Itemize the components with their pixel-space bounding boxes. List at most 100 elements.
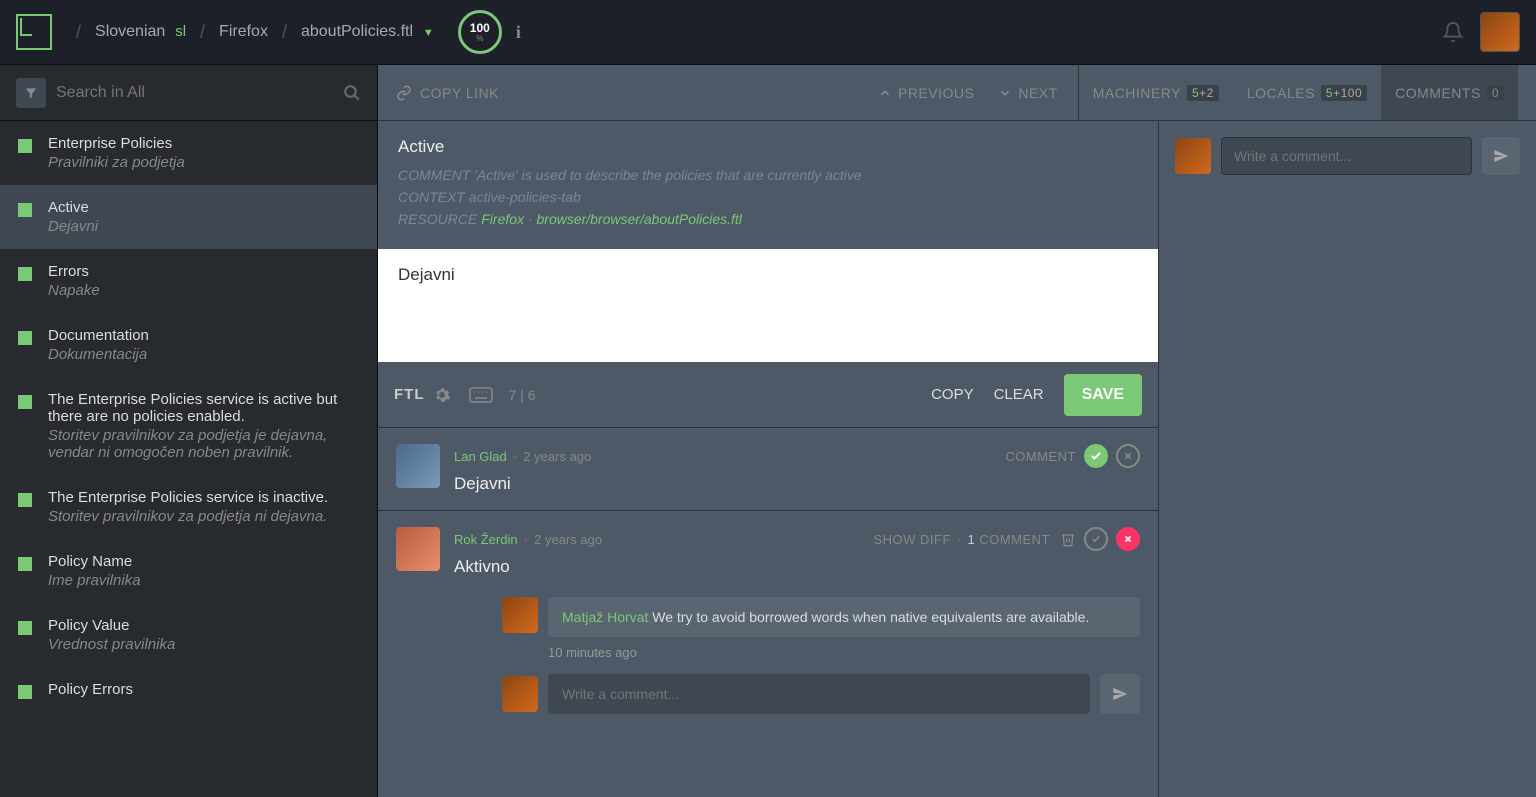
meta-context-label: CONTEXT [398, 189, 465, 205]
info-icon[interactable]: i [516, 22, 521, 43]
keyboard-icon[interactable] [469, 386, 493, 404]
trash-icon[interactable] [1060, 531, 1076, 547]
string-source: The Enterprise Policies service is activ… [48, 391, 359, 425]
string-source: The Enterprise Policies service is inact… [48, 489, 359, 506]
next-button[interactable]: NEXT [998, 85, 1057, 101]
tab-machinery-label: MACHINERY [1093, 85, 1181, 101]
suggestion-item[interactable]: Lan Glad • 2 years ago COMMENT [378, 428, 1158, 511]
string-source: Enterprise Policies [48, 135, 359, 152]
chevron-down-icon: ▼ [423, 27, 434, 39]
string-list-item[interactable]: Policy ValueVrednost pravilnika [0, 603, 377, 667]
copy-link-button[interactable]: COPY LINK [396, 85, 499, 101]
string-translation: Pravilniki za podjetja [48, 154, 359, 171]
suggestion-item[interactable]: Rok Žerdin • 2 years ago SHOW DIFF • 1 C… [378, 511, 1158, 730]
notifications-icon[interactable] [1442, 21, 1464, 43]
translation-textarea[interactable] [378, 249, 1158, 359]
string-list-item[interactable]: DocumentationDokumentacija [0, 313, 377, 377]
string-list-item[interactable]: Policy Name Ime pravilnika [0, 539, 377, 603]
header-bar: / Slovenian sl / Firefox / aboutPolicies… [0, 0, 1536, 65]
string-translation: Storitev pravilnikov za podjetja je deja… [48, 427, 359, 461]
meta-context-text: active-policies-tab [469, 189, 581, 205]
ftl-label: FTL [394, 386, 425, 403]
user-avatar[interactable] [1480, 12, 1520, 52]
progress-unit: % [476, 34, 483, 43]
copy-button[interactable]: COPY [931, 386, 974, 403]
gear-icon[interactable] [433, 386, 451, 404]
string-source: Policy Name [48, 553, 359, 570]
suggestion-time: 2 years ago [534, 532, 602, 547]
logo[interactable] [16, 14, 52, 50]
string-list-item[interactable]: Policy Errors [0, 667, 377, 714]
copy-link-label: COPY LINK [420, 85, 499, 101]
panel-comment-input[interactable] [1221, 137, 1472, 175]
status-indicator [18, 395, 32, 409]
detail-toolbar: COPY LINK PREVIOUS NEXT MACHINERY 5+2 LO… [378, 65, 1536, 121]
save-button[interactable]: SAVE [1064, 374, 1142, 416]
meta-resource-project[interactable]: Firefox [481, 211, 524, 227]
comment-time: 10 minutes ago [548, 645, 1140, 660]
status-indicator [18, 685, 32, 699]
status-indicator [18, 493, 32, 507]
meta-resource-label: RESOURCE [398, 211, 477, 227]
suggestion-comment-toggle[interactable]: COMMENT [1005, 449, 1076, 464]
comment-avatar [502, 597, 538, 633]
comment-item: Matjaž Horvat We try to avoid borrowed w… [548, 597, 1140, 637]
string-translation: Storitev pravilnikov za podjetja ni deja… [48, 508, 359, 525]
breadcrumb-sep: / [76, 22, 81, 43]
comment-input[interactable] [548, 674, 1090, 714]
breadcrumb-locale-name: Slovenian [95, 23, 165, 40]
clear-button[interactable]: CLEAR [994, 386, 1044, 403]
compose-avatar [502, 676, 538, 712]
show-diff-button[interactable]: SHOW DIFF [873, 532, 950, 547]
breadcrumb-sep: / [282, 22, 287, 43]
string-translation: Napake [48, 282, 359, 299]
search-input[interactable] [56, 84, 343, 102]
string-translation: Ime pravilnika [48, 572, 359, 589]
status-indicator [18, 621, 32, 635]
reject-icon[interactable] [1116, 527, 1140, 551]
status-indicator [18, 203, 32, 217]
breadcrumb-resource[interactable]: aboutPolicies.ftl ▼ [301, 23, 434, 41]
breadcrumb-locale[interactable]: Slovenian sl [95, 23, 186, 41]
approve-icon[interactable] [1084, 444, 1108, 468]
suggestion-comment-toggle[interactable]: 1 COMMENT [967, 532, 1050, 547]
progress-indicator[interactable]: 100 % [458, 10, 502, 54]
filter-icon[interactable] [16, 78, 46, 108]
search-icon[interactable] [343, 84, 361, 102]
suggestion-author[interactable]: Lan Glad [454, 449, 507, 464]
string-list-item[interactable]: The Enterprise Policies service is activ… [0, 377, 377, 475]
send-comment-button[interactable] [1100, 674, 1140, 714]
tab-locales[interactable]: LOCALES 5+100 [1233, 65, 1381, 120]
approve-icon[interactable] [1084, 527, 1108, 551]
string-source: Errors [48, 263, 359, 280]
suggestion-author[interactable]: Rok Žerdin [454, 532, 518, 547]
comment-author[interactable]: Matjaž Horvat [562, 609, 648, 625]
reject-icon[interactable] [1116, 444, 1140, 468]
string-source: Policy Value [48, 617, 359, 634]
tab-machinery-count: 5+2 [1187, 85, 1219, 101]
string-list-item[interactable]: Enterprise Policies Pravilniki za podjetj… [0, 121, 377, 185]
tab-comments[interactable]: COMMENTS 0 [1381, 65, 1518, 120]
tab-machinery[interactable]: MACHINERY 5+2 [1079, 65, 1233, 120]
suggestion-text: Aktivno [454, 557, 1140, 577]
previous-button[interactable]: PREVIOUS [878, 85, 974, 101]
suggestion-time: 2 years ago [523, 449, 591, 464]
breadcrumb-project[interactable]: Firefox [219, 23, 268, 41]
breadcrumb: / Slovenian sl / Firefox / aboutPolicies… [76, 22, 434, 43]
meta-comment-label: COMMENT [398, 167, 470, 183]
panel-comment-compose [1175, 137, 1520, 175]
meta-resource-path[interactable]: browser/browser/aboutPolicies.ftl [537, 211, 742, 227]
status-indicator [18, 267, 32, 281]
meta-comment-text: 'Active' is used to describe the policie… [474, 167, 861, 183]
comment-text: We try to avoid borrowed words when nati… [652, 609, 1089, 625]
suggestion-avatar [396, 444, 440, 488]
string-list-item[interactable]: ActiveDejavni [0, 185, 377, 249]
breadcrumb-resource-name: aboutPolicies.ftl [301, 23, 413, 40]
string-list-item[interactable]: The Enterprise Policies service is inact… [0, 475, 377, 539]
suggestion-comments: Matjaž Horvat We try to avoid borrowed w… [502, 597, 1140, 714]
search-bar [0, 65, 377, 121]
string-source: Active [48, 199, 359, 216]
string-source: Documentation [48, 327, 359, 344]
panel-send-button[interactable] [1482, 137, 1520, 175]
string-list-item[interactable]: Errors Napake [0, 249, 377, 313]
